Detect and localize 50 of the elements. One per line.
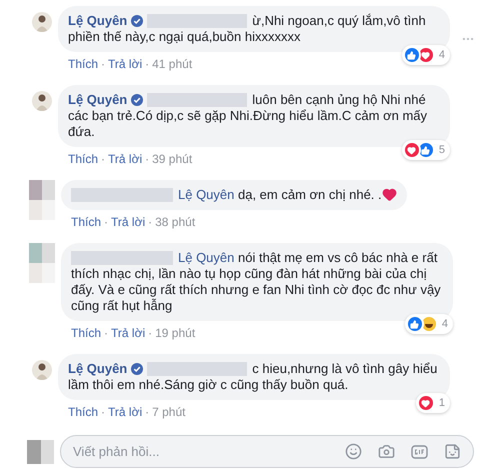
reactions-badge[interactable]: 4 bbox=[402, 45, 450, 65]
separator-dot: · bbox=[101, 151, 106, 167]
timestamp: 7 phút bbox=[152, 404, 186, 420]
timestamp: 19 phút bbox=[155, 325, 196, 341]
like-link[interactable]: Thích bbox=[68, 151, 98, 167]
reaction-count: 4 bbox=[442, 317, 448, 332]
separator-dot: · bbox=[148, 325, 152, 341]
author-name[interactable]: Lệ Quyên bbox=[68, 361, 128, 376]
reply-link[interactable]: Trả lời bbox=[108, 56, 142, 72]
like-link[interactable]: Thích bbox=[68, 404, 98, 420]
reply-link[interactable]: Trả lời bbox=[111, 214, 146, 230]
separator-dot: · bbox=[148, 214, 152, 230]
separator-dot: · bbox=[104, 214, 108, 230]
reactions-badge[interactable]: 4 bbox=[404, 314, 453, 334]
sticker-icon[interactable] bbox=[444, 443, 461, 460]
timestamp: 38 phút bbox=[155, 214, 196, 230]
reply-field[interactable]: Viết phản hồi... bbox=[60, 435, 474, 468]
reply-link[interactable]: Trả lời bbox=[108, 404, 142, 420]
reply-input[interactable]: Viết phản hồi... bbox=[73, 442, 345, 462]
like-link[interactable]: Thích bbox=[71, 214, 102, 230]
separator-dot: · bbox=[101, 56, 106, 72]
separator-dot: · bbox=[145, 56, 150, 72]
reactions-badge[interactable]: 5 bbox=[402, 140, 450, 160]
reaction-count: 4 bbox=[438, 48, 445, 63]
separator-dot: · bbox=[145, 404, 150, 420]
separator-dot: · bbox=[104, 325, 108, 341]
reaction-count: 1 bbox=[438, 396, 445, 411]
mention-link[interactable]: Lệ Quyên bbox=[178, 250, 234, 265]
author-name[interactable]: Lệ Quyên bbox=[68, 92, 128, 107]
reaction-count: 5 bbox=[438, 143, 445, 158]
comment-text: Lệ Quyên luôn bên cạnh ủng hộ Nhi nhé các bạn trẻ.Có dịp,c sẽ gặp Nhi.Đừng hiểu lầm.C cảm ơn mấy đứa. bbox=[68, 92, 428, 140]
mention-link[interactable]: Lệ Quyên bbox=[178, 187, 234, 202]
author-name[interactable]: Lệ Quyên bbox=[68, 13, 128, 28]
gif-icon[interactable] bbox=[411, 444, 428, 458]
timestamp: 39 phút bbox=[152, 151, 192, 167]
separator-dot: · bbox=[101, 404, 106, 420]
emoji-icon[interactable] bbox=[345, 443, 362, 460]
separator-dot: · bbox=[145, 151, 150, 167]
like-link[interactable]: Thích bbox=[71, 325, 102, 341]
reply-link[interactable]: Trả lời bbox=[111, 325, 146, 341]
comment-text: Lệ Quyên ừ,Nhi ngoan,c quý lắm,vô tình phiền thế này,c ngại quá,buồn hixxxxxxx bbox=[68, 13, 427, 45]
reactions-badge[interactable]: 1 bbox=[416, 393, 450, 413]
comment-text: Lệ Quyên c hieu,nhưng là vô tình gây hiểu lầm thôi em nhé.Sáng giờ c cũng thấy buồn quá. bbox=[68, 361, 438, 393]
comment-text: Lệ Quyên dạ, em cảm ơn chị nhé. . bbox=[71, 187, 397, 203]
like-link[interactable]: Thích bbox=[68, 56, 98, 72]
reply-link[interactable]: Trả lời bbox=[108, 151, 142, 167]
camera-icon[interactable] bbox=[378, 443, 395, 460]
timestamp: 41 phút bbox=[152, 56, 192, 72]
comment-text: Lệ Quyên nói thật mẹ em vs cô bác nhà e rất thích nhạc chị, lần nào tụ họp cũng đàn hát những bài của chị đấy. Và e cũng rất thích nhưng e fan Nhi tình cờ đọc đc như vậy cũng rất hụt hẫng bbox=[71, 250, 442, 314]
blurred-avatar bbox=[27, 440, 54, 464]
